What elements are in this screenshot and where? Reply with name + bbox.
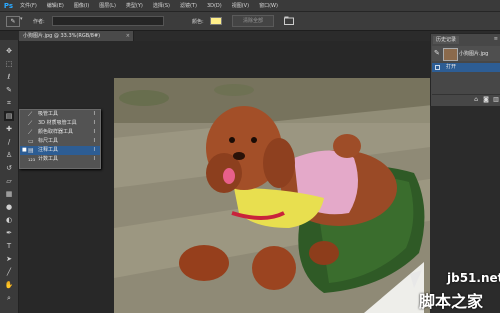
snapshot-thumbnail [443, 48, 458, 61]
move-tool-icon[interactable]: ✥ [4, 46, 14, 56]
create-snapshot-icon[interactable]: ◙ [482, 96, 490, 104]
eyedropper-icon: ⟋ [28, 111, 33, 118]
quick-selection-tool-icon[interactable]: ✎ [4, 85, 14, 95]
gradient-tool-icon[interactable]: ▦ [4, 189, 14, 199]
watermark-site: jb51.net [447, 271, 500, 285]
history-brush-tool-icon[interactable]: ↺ [4, 163, 14, 173]
flyout-item-3d-material-eyedropper[interactable]: ⟋ 3D 材质吸管工具 I [20, 119, 100, 128]
history-snapshot[interactable]: ✎ 小狗图片.jpg [432, 46, 500, 61]
shape-tool-icon[interactable]: ╱ [4, 267, 14, 277]
selected-bullet-icon: ■ [22, 147, 27, 153]
color-sampler-icon: ⟋ [28, 129, 33, 136]
author-label: 作者: [33, 19, 45, 25]
eraser-tool-icon[interactable]: ▱ [4, 176, 14, 186]
new-document-from-state-icon[interactable]: ⌂ [472, 96, 480, 104]
clear-all-button[interactable]: 清除全部 [232, 15, 274, 27]
trash-icon[interactable]: ▥ [492, 96, 500, 104]
menu-layer[interactable]: 图层(L) [99, 2, 116, 9]
menu-3d[interactable]: 3D(D) [207, 3, 222, 9]
note-color-swatch[interactable] [210, 17, 222, 25]
zoom-tool-icon[interactable]: ⌕ [4, 293, 14, 303]
3d-material-eyedropper-icon: ⟋ [28, 120, 33, 127]
hand-tool-icon[interactable]: ✋ [4, 280, 14, 290]
menu-file[interactable]: 文件(F) [20, 2, 37, 9]
document-tab[interactable]: 小狗图片.jpg @ 33.3%(RGB/8#) × [19, 31, 134, 41]
author-input[interactable] [52, 16, 164, 26]
marquee-tool-icon[interactable]: ⬚ [4, 59, 14, 69]
menu-type[interactable]: 类型(Y) [126, 2, 143, 9]
blur-tool-icon[interactable]: ● [4, 202, 14, 212]
menu-edit[interactable]: 编辑(E) [47, 2, 64, 9]
menu-image[interactable]: 图像(I) [74, 2, 89, 9]
path-selection-tool-icon[interactable]: ➤ [4, 254, 14, 264]
count-icon: ₁₂₃ [28, 156, 36, 163]
tool-flyout-menu: ⟋ 吸管工具 I ⟋ 3D 材质吸管工具 I ⟋ 颜色取样器工具 I ▭ 标尺工… [19, 109, 101, 169]
history-brush-source-icon[interactable]: ✎ [434, 49, 442, 57]
brush-tool-icon[interactable]: / [4, 137, 14, 147]
flyout-item-note[interactable]: ■ ▤ 注释工具 I [20, 146, 100, 155]
tools-panel: ✥ ⬚ ℓ ✎ ⌗ ▤ ✚ / ♙ ↺ ▱ ▦ ● ◐ ✒ T ➤ ╱ ✋ ⌕ [0, 40, 19, 313]
notes-panel-icon[interactable] [284, 16, 294, 25]
flyout-item-ruler[interactable]: ▭ 标尺工具 I [20, 137, 100, 146]
menu-view[interactable]: 视图(V) [232, 2, 249, 9]
chevron-down-icon[interactable]: ▾ [20, 16, 23, 22]
history-panel-tab[interactable]: 历史记录 [433, 36, 460, 44]
clone-stamp-tool-icon[interactable]: ♙ [4, 150, 14, 160]
healing-brush-tool-icon[interactable]: ✚ [4, 124, 14, 134]
history-state-label: 打开 [446, 64, 457, 70]
panel-menu-icon[interactable]: ≡ [494, 36, 498, 42]
history-panel-footer: ⌂ ◙ ▥ [432, 94, 500, 105]
flyout-item-count[interactable]: ₁₂₃ 计数工具 I [20, 155, 100, 164]
menu-select[interactable]: 选择(S) [153, 2, 170, 9]
photoshop-logo: Ps [3, 1, 14, 10]
note-tool-icon[interactable]: ▤ [4, 111, 14, 121]
options-bar: ✎ ▾ 作者: 颜色: 清除全部 [0, 12, 500, 31]
history-panel: 历史记录 ≡ ✎ 小狗图片.jpg 打开 ⌂ ◙ ▥ [430, 33, 500, 107]
color-label: 颜色: [192, 19, 204, 25]
snapshot-label: 小狗图片.jpg [459, 51, 489, 57]
note-icon: ▤ [28, 147, 34, 154]
watermark-logo [364, 262, 424, 313]
history-state-open[interactable]: 打开 [432, 63, 500, 72]
pen-tool-icon[interactable]: ✒ [4, 228, 14, 238]
watermark-brand: 脚本之家 [419, 292, 484, 311]
dodge-tool-icon[interactable]: ◐ [4, 215, 14, 225]
menu-filter[interactable]: 滤镜(T) [180, 2, 197, 9]
flyout-item-color-sampler[interactable]: ⟋ 颜色取样器工具 I [20, 128, 100, 137]
lasso-tool-icon[interactable]: ℓ [4, 72, 14, 82]
menu-bar: Ps 文件(F) 编辑(E) 图像(I) 图层(L) 类型(Y) 选择(S) 滤… [0, 0, 500, 12]
close-icon[interactable]: × [126, 31, 130, 41]
ruler-icon: ▭ [28, 138, 34, 145]
note-tool-preset-icon[interactable]: ✎ [6, 16, 20, 27]
type-tool-icon[interactable]: T [4, 241, 14, 251]
menu-window[interactable]: 窗口(W) [259, 2, 278, 9]
flyout-item-eyedropper[interactable]: ⟋ 吸管工具 I [20, 110, 100, 119]
state-icon [435, 65, 440, 70]
crop-tool-icon[interactable]: ⌗ [4, 98, 14, 108]
document-tab-title: 小狗图片.jpg @ 33.3%(RGB/8#) [23, 33, 101, 39]
